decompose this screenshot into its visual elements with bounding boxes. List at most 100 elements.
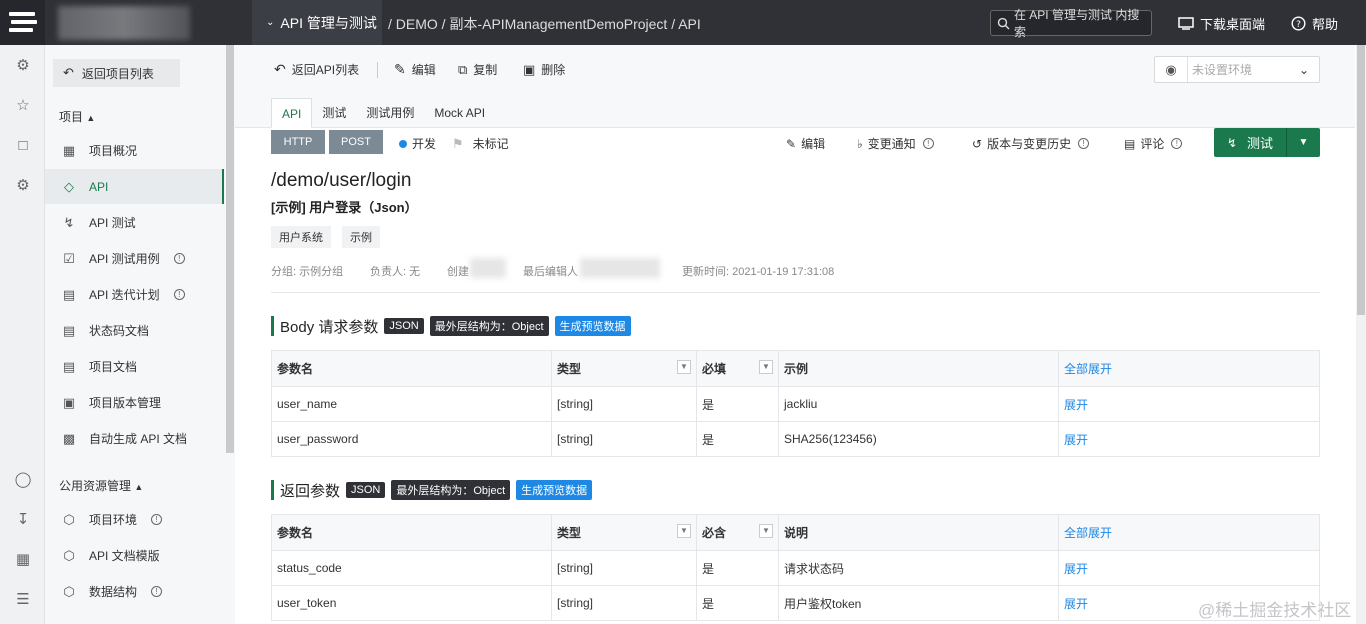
headset-icon[interactable]: ◯ <box>14 471 32 489</box>
sidebar-item-label: 项目环境 <box>89 513 138 527</box>
column-header: 类型 ▼ <box>551 514 697 551</box>
version-icon: ▣ <box>62 394 76 410</box>
icon-rail: ⚙ ☆ □ ⚙ ◯ ↧ ▦ ☰ <box>0 45 45 624</box>
filter-icon[interactable]: ▼ <box>759 524 773 538</box>
expand-label: 展开 <box>1064 596 1089 611</box>
help-link[interactable]: ? 帮助 <box>1291 14 1338 33</box>
tab-test-cases[interactable]: 测试用例 <box>356 98 424 128</box>
generate-preview-button[interactable]: 生成预览数据 <box>554 316 631 336</box>
tag-icon: ◇ <box>64 178 74 194</box>
flag-label: 未标记 <box>472 137 509 151</box>
info-icon[interactable]: ! <box>1078 138 1090 149</box>
module-switcher[interactable]: ⌄ API 管理与测试 <box>252 0 382 45</box>
public-group-toggle[interactable]: 公用资源管理 ▲ <box>59 477 143 494</box>
app-logo[interactable] <box>0 0 45 45</box>
global-search[interactable]: 在 API 管理与测试 内搜索 <box>990 8 1152 39</box>
cube-icon: ⬡ <box>63 583 75 599</box>
tab-test[interactable]: 测试 <box>312 98 356 128</box>
edit-button[interactable]: ✎ 编辑 <box>394 61 436 78</box>
logo-bar <box>9 12 35 16</box>
sidebar-item-overview[interactable]: ▦ 项目概况 <box>45 133 224 168</box>
blurred-editor <box>580 258 660 278</box>
delete-button[interactable]: ▣ 删除 <box>523 61 565 78</box>
sidebar-scrollbar[interactable] <box>226 45 234 453</box>
api-name: [示例] 用户登录（Json） <box>271 200 418 215</box>
info-icon[interactable]: ! <box>151 514 163 525</box>
table-header-row: 参数名 类型 ▼ 必填 ▼ 示例 全部展开 <box>271 350 1320 387</box>
info-icon[interactable]: ! <box>151 586 163 597</box>
filter-icon[interactable]: ▼ <box>759 360 773 374</box>
gear-icon[interactable]: ⚙ <box>14 177 32 195</box>
column-header: 参数名 <box>271 350 552 387</box>
expand-all-link[interactable]: 全部展开 <box>1058 350 1320 387</box>
dashboard-icon: ▦ <box>62 142 76 158</box>
info-icon[interactable]: ! <box>173 289 185 300</box>
sidebar-item-label: API 测试用例 <box>89 252 160 266</box>
sidebar-item-templates[interactable]: ⬡ API 文档模版 <box>45 538 224 573</box>
column-header: 示例 <box>778 350 1059 387</box>
change-notify-button[interactable]: ♭ 变更通知 ! <box>857 135 934 152</box>
filter-icon[interactable]: ▼ <box>677 524 691 538</box>
api-edit-button[interactable]: ✎ 编辑 <box>786 135 825 152</box>
keyboard-icon[interactable]: ▦ <box>14 551 32 569</box>
sidebar-item-auto-docs[interactable]: ▩ 自动生成 API 文档 <box>45 421 224 456</box>
sidebar-item-api-test-cases[interactable]: ☑ API 测试用例 ! <box>45 241 224 276</box>
sidebar-item-status-codes[interactable]: ▤ 状态码文档 <box>45 313 224 348</box>
expand-link[interactable]: 展开 <box>1058 386 1320 422</box>
main-scrollbar[interactable] <box>1356 45 1366 624</box>
filter-icon[interactable]: ▼ <box>677 360 691 374</box>
column-header: 说明 <box>778 514 1059 551</box>
flag-indicator[interactable]: ⚑ 未标记 <box>452 135 509 152</box>
tab-api[interactable]: API <box>271 98 313 128</box>
eye-icon: ◉ <box>1155 57 1188 82</box>
info-icon[interactable]: ! <box>173 253 185 264</box>
copy-button[interactable]: ⧉ 复制 <box>458 61 497 78</box>
sidebar-item-api[interactable]: ◇ API <box>45 169 224 204</box>
table-row: user_name [string] 是 jackliu 展开 <box>271 386 1320 422</box>
back-to-projects-button[interactable]: ↶ 返回项目列表 <box>53 59 180 87</box>
sidebar-item-data-structures[interactable]: ⬡ 数据结构 ! <box>45 574 224 609</box>
bookmark-icon[interactable]: □ <box>14 137 32 155</box>
tab-mock-api[interactable]: Mock API <box>424 98 495 128</box>
scrollbar-thumb[interactable] <box>1357 45 1365 315</box>
generate-preview-button[interactable]: 生成预览数据 <box>516 480 593 500</box>
sidebar-item-environments[interactable]: ⬡ 项目环境 ! <box>45 502 224 537</box>
cube-icon: ⬡ <box>63 511 75 527</box>
test-dropdown-button[interactable]: ▼ <box>1286 128 1320 157</box>
test-label: 测试 <box>1247 136 1274 151</box>
sidebar-item-project-docs[interactable]: ▤ 项目文档 <box>45 349 224 384</box>
environment-select[interactable]: ◉ 未设置环境 ⌄ <box>1154 56 1320 83</box>
sidebar-item-api-iteration[interactable]: ▤ API 迭代计划 ! <box>45 277 224 312</box>
checklist-icon: ☑ <box>63 250 75 266</box>
expand-link[interactable]: 展开 <box>1058 550 1320 586</box>
protocol-badge: HTTP <box>271 130 325 154</box>
status-indicator[interactable]: 开发 <box>399 135 436 152</box>
back-to-api-list-button[interactable]: ↶ 返回API列表 <box>274 61 359 78</box>
section-divider <box>271 292 1320 293</box>
edit-label: 编辑 <box>411 63 436 77</box>
project-group-toggle[interactable]: 项目 ▲ <box>59 108 95 125</box>
version-history-button[interactable]: ↺ 版本与变更历史 ! <box>972 135 1090 152</box>
star-icon[interactable]: ☆ <box>14 97 32 115</box>
sidebar-item-versions[interactable]: ▣ 项目版本管理 <box>45 385 224 420</box>
sidebar-item-api-test[interactable]: ↯ API 测试 <box>45 205 224 240</box>
comment-button[interactable]: ▤ 评论 ! <box>1124 135 1183 152</box>
test-button[interactable]: ↯ 测试 <box>1214 128 1286 157</box>
expand-all-link[interactable]: 全部展开 <box>1058 514 1320 551</box>
search-icon <box>997 17 1010 29</box>
column-header-label: 必填 <box>702 362 727 376</box>
collapse-icon[interactable]: ↧ <box>14 511 32 529</box>
menu-icon[interactable]: ☰ <box>14 591 32 609</box>
tag-chip[interactable]: 用户系统 <box>271 226 331 248</box>
download-desktop-link[interactable]: 下载桌面端 <box>1178 14 1265 33</box>
json-badge: JSON <box>346 482 386 498</box>
tag-chip[interactable]: 示例 <box>342 226 380 248</box>
expand-link[interactable]: 展开 <box>1058 421 1320 457</box>
search-placeholder: 在 API 管理与测试 内搜索 <box>1013 8 1140 39</box>
bell-icon[interactable]: ⚙ <box>14 57 32 75</box>
expand-label: 展开 <box>1064 397 1089 412</box>
back-label: 返回API列表 <box>291 63 360 77</box>
info-icon[interactable]: ! <box>1171 138 1183 149</box>
info-icon[interactable]: ! <box>922 138 934 149</box>
top-bar: ⌄ API 管理与测试 / DEMO / 副本-APIManagementDem… <box>0 0 1366 45</box>
